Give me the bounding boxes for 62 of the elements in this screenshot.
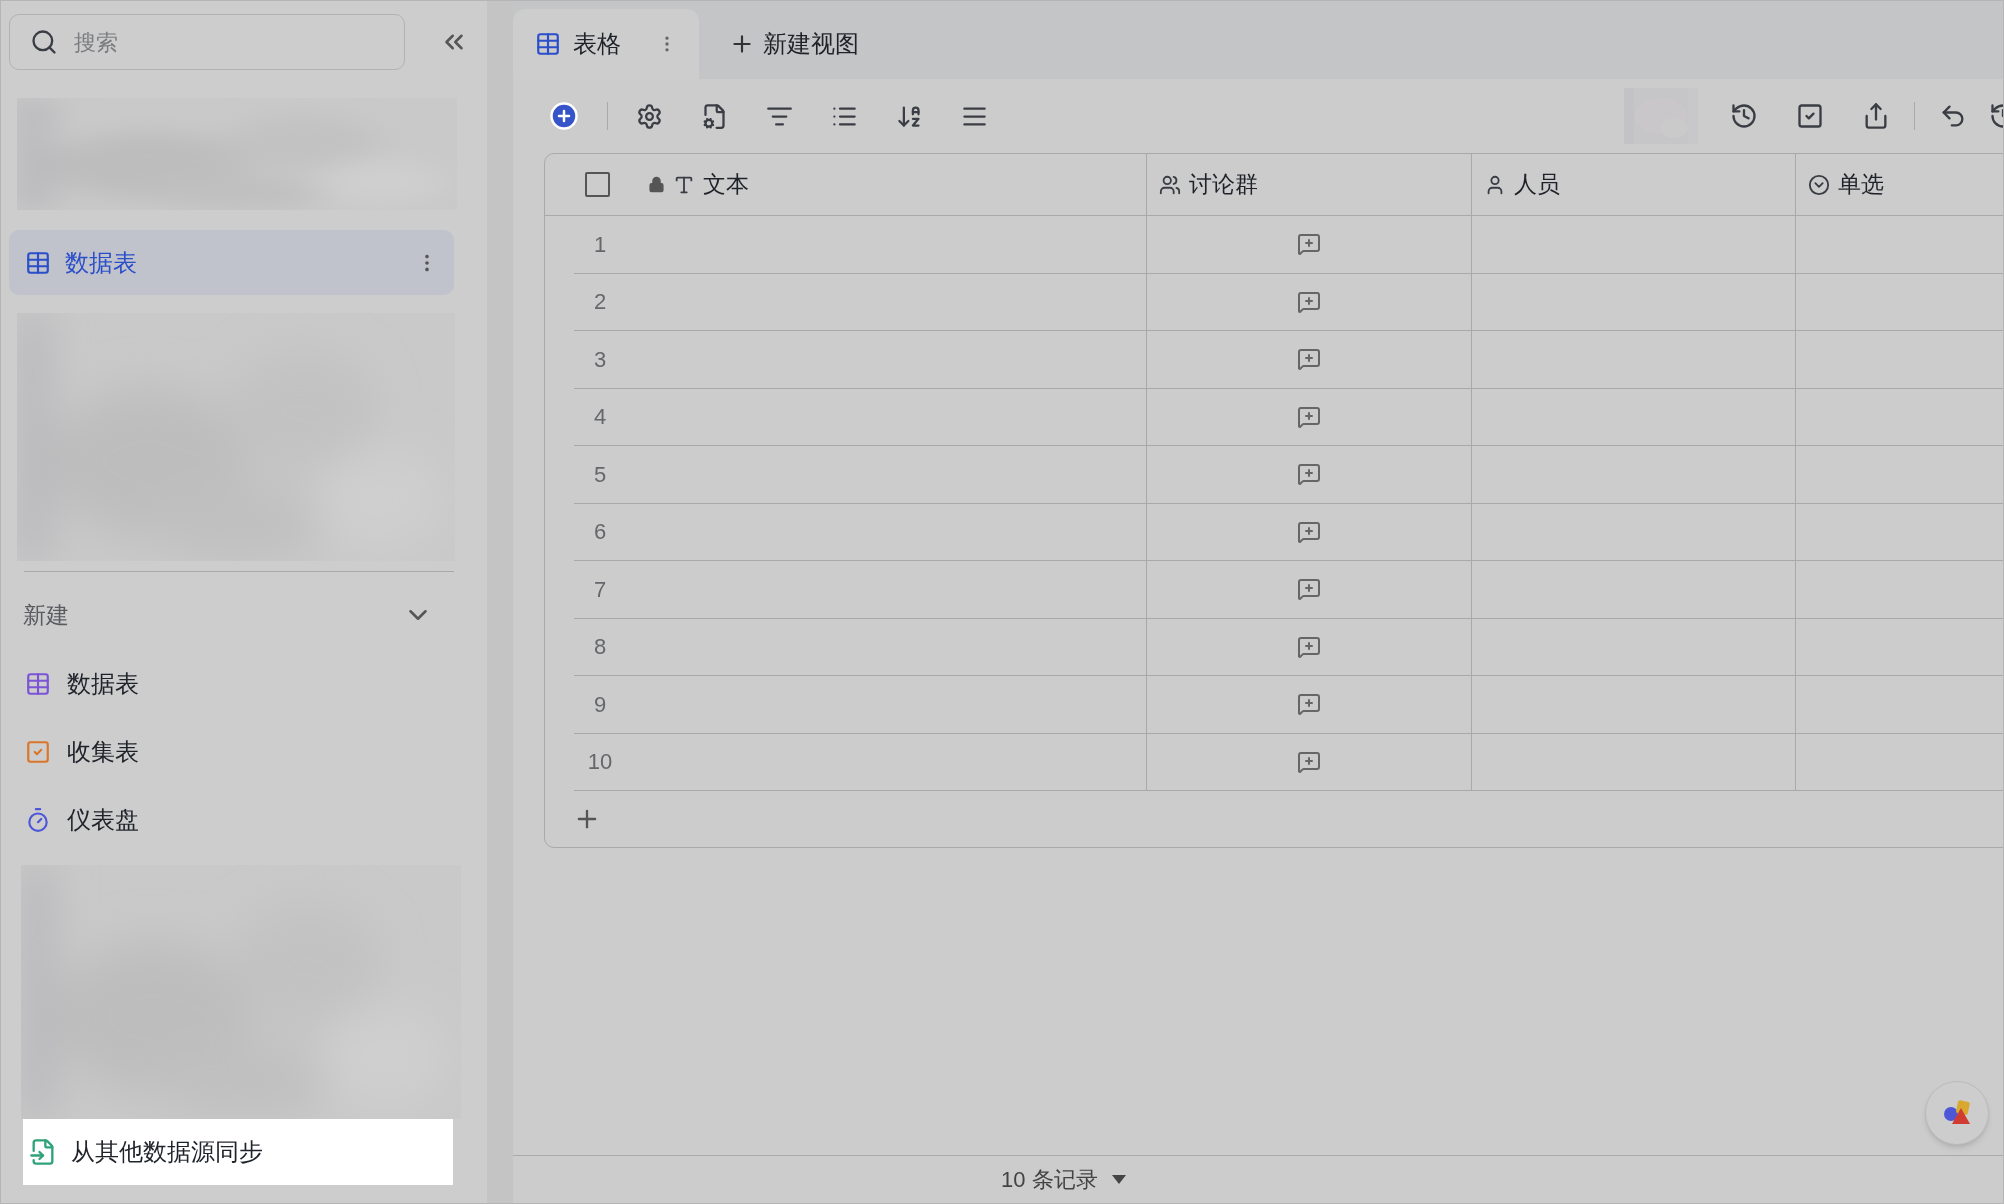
form-icon — [25, 738, 51, 765]
search-input[interactable]: 搜索 — [74, 25, 374, 59]
search-field[interactable]: 搜索 — [9, 14, 405, 70]
table-icon — [25, 249, 51, 276]
create-group-icon[interactable] — [1297, 289, 1321, 314]
dropdown-icon[interactable] — [1111, 1174, 1126, 1185]
table-cell[interactable] — [1471, 561, 1795, 619]
table-icon — [25, 670, 51, 697]
new-view-button[interactable]: 新建视图 — [729, 9, 859, 79]
field-settings-icon[interactable] — [701, 102, 728, 130]
add-record-icon[interactable] — [549, 101, 579, 131]
checkbox[interactable] — [585, 172, 610, 197]
history-icon[interactable] — [1730, 102, 1758, 130]
form-view-icon[interactable] — [1796, 102, 1824, 130]
search-icon — [30, 28, 58, 56]
dashboard-icon — [25, 806, 51, 833]
record-count: 10 条记录 — [1001, 1166, 1098, 1194]
view-tab[interactable]: 表格 — [513, 9, 699, 79]
group-icon — [1159, 173, 1181, 196]
column-header[interactable]: 文本 — [545, 154, 1146, 215]
row-number: 9 — [592, 690, 608, 719]
create-group-icon[interactable] — [1297, 347, 1321, 372]
table-cell[interactable] — [1471, 733, 1795, 791]
create-group-icon[interactable] — [1297, 462, 1321, 487]
column-header[interactable]: 单选 — [1795, 154, 2003, 215]
column-header[interactable]: 讨论群 — [1146, 154, 1471, 215]
row-number: 6 — [592, 518, 608, 547]
row-number: 1 — [592, 230, 608, 259]
table-cell[interactable] — [1471, 618, 1795, 676]
table-cell[interactable] — [1471, 503, 1795, 561]
row-number: 8 — [592, 633, 608, 662]
row-number: 4 — [592, 403, 608, 432]
sidebar-item[interactable]: 数据表 — [9, 230, 454, 295]
table-cell[interactable] — [1471, 388, 1795, 446]
sync-item[interactable]: 从其他数据源同步 — [23, 1118, 453, 1185]
table-cell[interactable] — [1471, 446, 1795, 504]
create-group-icon[interactable] — [1297, 404, 1321, 429]
create-group-icon[interactable] — [1297, 577, 1321, 602]
grid-icon — [535, 31, 561, 57]
new-item[interactable]: 数据表 — [25, 666, 479, 701]
create-group-icon[interactable] — [1297, 519, 1321, 544]
create-group-icon[interactable] — [1297, 749, 1321, 774]
create-group-icon[interactable] — [1297, 232, 1321, 257]
table-cell[interactable] — [1471, 273, 1795, 331]
settings-icon[interactable] — [636, 102, 663, 130]
create-group-icon[interactable] — [1297, 634, 1321, 659]
new-item[interactable]: 收集表 — [25, 734, 479, 769]
row-number: 5 — [592, 460, 608, 489]
table-cell[interactable] — [1471, 331, 1795, 389]
create-group-icon[interactable] — [1297, 692, 1321, 717]
row-number: 7 — [592, 575, 608, 604]
table-cell[interactable] — [1471, 676, 1795, 734]
shapes-logo-icon — [1942, 1100, 1972, 1126]
assistant-button[interactable] — [1925, 1081, 1989, 1145]
column-header[interactable]: 人员 — [1471, 154, 1795, 215]
table-cell[interactable] — [1471, 216, 1795, 274]
section-title: 新建 — [23, 601, 69, 630]
single-select-icon — [1808, 173, 1830, 196]
new-item[interactable]: 仪表盘 — [25, 802, 479, 837]
row-number: 10 — [586, 748, 614, 777]
row-number: 2 — [592, 288, 608, 317]
row-number: 3 — [592, 345, 608, 374]
